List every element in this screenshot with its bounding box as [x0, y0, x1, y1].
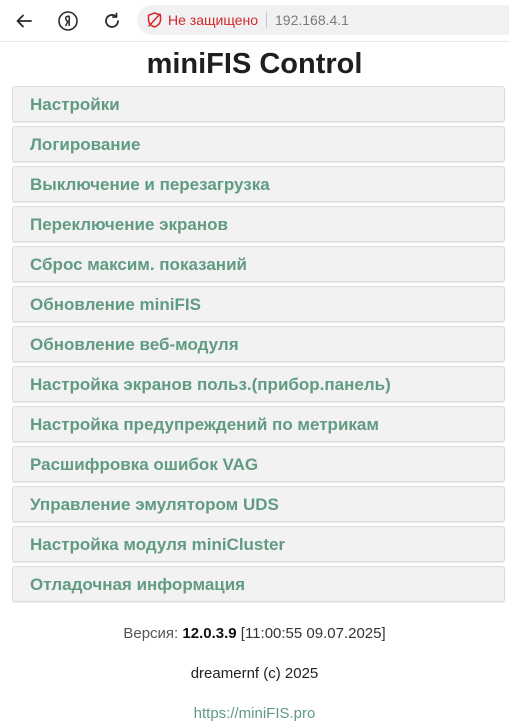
- author-copyright: dreamernf (c) 2025: [190, 665, 319, 682]
- yandex-icon[interactable]: [56, 9, 80, 33]
- page-title: miniFIS Control: [146, 48, 363, 80]
- version-line: Версия: 12.0.3.9 [11:00:55 09.07.2025]: [0, 624, 509, 644]
- reload-icon[interactable]: [100, 9, 124, 33]
- menu-item-update-minifis[interactable]: Обновление miniFIS: [12, 286, 505, 322]
- menu-item-screen-switch[interactable]: Переключение экранов: [12, 206, 505, 242]
- address-divider: [266, 12, 267, 28]
- menu-item-vag-errors[interactable]: Расшифровка ошибок VAG: [12, 446, 505, 482]
- menu-item-metric-warnings[interactable]: Настройка предупреждений по метрикам: [12, 406, 505, 442]
- menu-item-logging[interactable]: Логирование: [12, 126, 505, 162]
- menu-item-debug-info[interactable]: Отладочная информация: [12, 566, 505, 602]
- browser-toolbar: Не защищено 192.168.4.1: [0, 0, 509, 42]
- url-text[interactable]: 192.168.4.1: [275, 12, 349, 28]
- menu-item-uds-emulator[interactable]: Управление эмулятором UDS: [12, 486, 505, 522]
- menu-item-settings[interactable]: Настройки: [12, 86, 505, 122]
- not-secure-label[interactable]: Не защищено: [168, 12, 258, 28]
- build-timestamp: [11:00:55 09.07.2025]: [240, 625, 386, 642]
- back-arrow-icon[interactable]: [12, 9, 36, 33]
- version-number: 12.0.3.9: [182, 625, 237, 642]
- menu-item-update-web-module[interactable]: Обновление веб-модуля: [12, 326, 505, 362]
- main-menu: Настройки Логирование Выключение и перез…: [12, 86, 505, 602]
- menu-item-user-screens[interactable]: Настройка экранов польз.(прибор.панель): [12, 366, 505, 402]
- menu-item-shutdown-reboot[interactable]: Выключение и перезагрузка: [12, 166, 505, 202]
- menu-item-reset-max-readings[interactable]: Сброс максим. показаний: [12, 246, 505, 282]
- version-label: Версия:: [123, 625, 179, 642]
- website-link[interactable]: https://miniFIS.pro: [194, 704, 316, 724]
- address-bar[interactable]: Не защищено 192.168.4.1: [137, 5, 509, 35]
- footer: Версия: 12.0.3.9 [11:00:55 09.07.2025] d…: [0, 624, 509, 724]
- menu-item-minicluster[interactable]: Настройка модуля miniCluster: [12, 526, 505, 562]
- not-secure-icon[interactable]: [147, 12, 163, 28]
